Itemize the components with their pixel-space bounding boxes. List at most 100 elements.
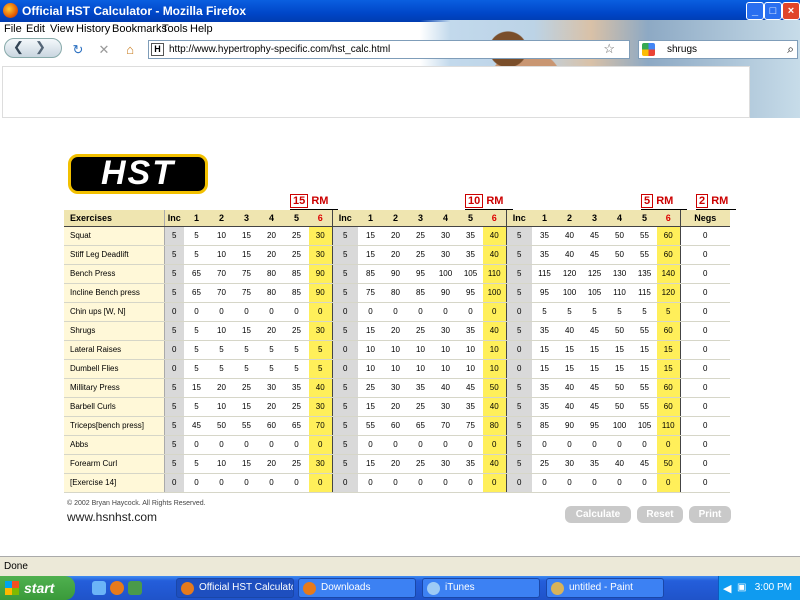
- value-input[interactable]: 0: [679, 321, 730, 341]
- value-input[interactable]: 25: [284, 226, 309, 246]
- value-input[interactable]: 5: [284, 340, 309, 360]
- close-button[interactable]: ×: [782, 2, 800, 20]
- value-input[interactable]: 5: [505, 245, 532, 265]
- value-input[interactable]: 10: [383, 340, 408, 360]
- value-input[interactable]: 0: [582, 435, 607, 455]
- value-input[interactable]: 5: [184, 226, 209, 246]
- value-input[interactable]: 20: [259, 245, 284, 265]
- value-input[interactable]: 5: [331, 321, 358, 341]
- value-input[interactable]: 0: [358, 473, 383, 493]
- url-bar[interactable]: H http://www.hypertrophy-specific.com/hs…: [148, 40, 630, 59]
- value-input[interactable]: 50: [607, 397, 632, 417]
- value-input[interactable]: 5: [505, 226, 532, 246]
- value-input[interactable]: 0: [309, 435, 332, 455]
- value-input[interactable]: 20: [383, 226, 408, 246]
- value-input[interactable]: 35: [408, 378, 433, 398]
- value-input[interactable]: 0: [184, 302, 209, 322]
- value-input[interactable]: 0: [164, 302, 184, 322]
- value-input[interactable]: 30: [433, 397, 458, 417]
- value-input[interactable]: 10: [209, 397, 234, 417]
- value-input[interactable]: 0: [331, 359, 358, 379]
- value-input[interactable]: 15: [582, 359, 607, 379]
- value-input[interactable]: 45: [184, 416, 209, 436]
- value-input[interactable]: 90: [309, 264, 332, 284]
- minimize-button[interactable]: _: [746, 2, 764, 20]
- value-input[interactable]: 5: [164, 245, 184, 265]
- value-input[interactable]: 30: [309, 245, 332, 265]
- value-input[interactable]: 0: [505, 473, 532, 493]
- value-input[interactable]: 30: [433, 321, 458, 341]
- value-input[interactable]: 5: [582, 302, 607, 322]
- menu-help[interactable]: Help: [190, 23, 213, 35]
- value-input[interactable]: 35: [532, 226, 557, 246]
- value-input[interactable]: 10: [383, 359, 408, 379]
- value-input[interactable]: 80: [383, 283, 408, 303]
- task-downloads[interactable]: Downloads: [298, 578, 416, 598]
- value-input[interactable]: 120: [657, 283, 680, 303]
- value-input[interactable]: 65: [408, 416, 433, 436]
- value-input[interactable]: 0: [209, 473, 234, 493]
- value-input[interactable]: 50: [657, 454, 680, 474]
- value-input[interactable]: 10: [433, 340, 458, 360]
- value-input[interactable]: 0: [657, 435, 680, 455]
- value-input[interactable]: 105: [582, 283, 607, 303]
- value-input[interactable]: 0: [284, 473, 309, 493]
- value-input[interactable]: 20: [209, 378, 234, 398]
- value-input[interactable]: 130: [607, 264, 632, 284]
- value-input[interactable]: 0: [209, 435, 234, 455]
- value-input[interactable]: 5: [184, 397, 209, 417]
- value-input[interactable]: 65: [184, 264, 209, 284]
- value-input[interactable]: 85: [532, 416, 557, 436]
- value-input[interactable]: 5: [284, 359, 309, 379]
- value-input[interactable]: 110: [607, 283, 632, 303]
- value-input[interactable]: 10: [209, 245, 234, 265]
- value-input[interactable]: 30: [383, 378, 408, 398]
- value-input[interactable]: 0: [607, 435, 632, 455]
- value-input[interactable]: 0: [331, 302, 358, 322]
- value-input[interactable]: 10: [209, 226, 234, 246]
- value-input[interactable]: 5: [164, 378, 184, 398]
- value-input[interactable]: 105: [458, 264, 483, 284]
- maximize-button[interactable]: □: [764, 2, 782, 20]
- value-input[interactable]: 40: [483, 454, 506, 474]
- value-input[interactable]: 0: [679, 378, 730, 398]
- value-input[interactable]: 0: [284, 435, 309, 455]
- value-input[interactable]: 35: [458, 226, 483, 246]
- show-desktop-icon[interactable]: [92, 581, 106, 595]
- value-input[interactable]: 25: [358, 378, 383, 398]
- value-input[interactable]: 35: [458, 321, 483, 341]
- value-input[interactable]: 15: [582, 340, 607, 360]
- value-input[interactable]: 5: [632, 302, 657, 322]
- value-input[interactable]: 5: [164, 435, 184, 455]
- value-input[interactable]: 5: [184, 340, 209, 360]
- value-input[interactable]: 0: [234, 473, 259, 493]
- value-input[interactable]: 90: [557, 416, 582, 436]
- value-input[interactable]: 40: [607, 454, 632, 474]
- value-input[interactable]: 100: [483, 283, 506, 303]
- value-input[interactable]: 70: [209, 283, 234, 303]
- value-input[interactable]: 5: [184, 245, 209, 265]
- value-input[interactable]: 0: [557, 473, 582, 493]
- value-input[interactable]: 105: [632, 416, 657, 436]
- value-input[interactable]: 110: [483, 264, 506, 284]
- value-input[interactable]: 35: [458, 397, 483, 417]
- value-input[interactable]: 5: [331, 226, 358, 246]
- value-input[interactable]: 5: [331, 378, 358, 398]
- value-input[interactable]: 0: [483, 473, 506, 493]
- value-input[interactable]: 85: [284, 283, 309, 303]
- value-input[interactable]: 60: [383, 416, 408, 436]
- value-input[interactable]: 85: [284, 264, 309, 284]
- value-input[interactable]: 0: [532, 473, 557, 493]
- value-input[interactable]: 15: [657, 359, 680, 379]
- value-input[interactable]: 0: [164, 340, 184, 360]
- value-input[interactable]: 55: [234, 416, 259, 436]
- value-input[interactable]: 10: [458, 340, 483, 360]
- value-input[interactable]: 0: [632, 473, 657, 493]
- value-input[interactable]: 5: [505, 416, 532, 436]
- value-input[interactable]: 30: [433, 454, 458, 474]
- value-input[interactable]: 50: [483, 378, 506, 398]
- value-input[interactable]: 40: [557, 397, 582, 417]
- value-input[interactable]: 25: [234, 378, 259, 398]
- value-input[interactable]: 120: [557, 264, 582, 284]
- value-input[interactable]: 60: [657, 321, 680, 341]
